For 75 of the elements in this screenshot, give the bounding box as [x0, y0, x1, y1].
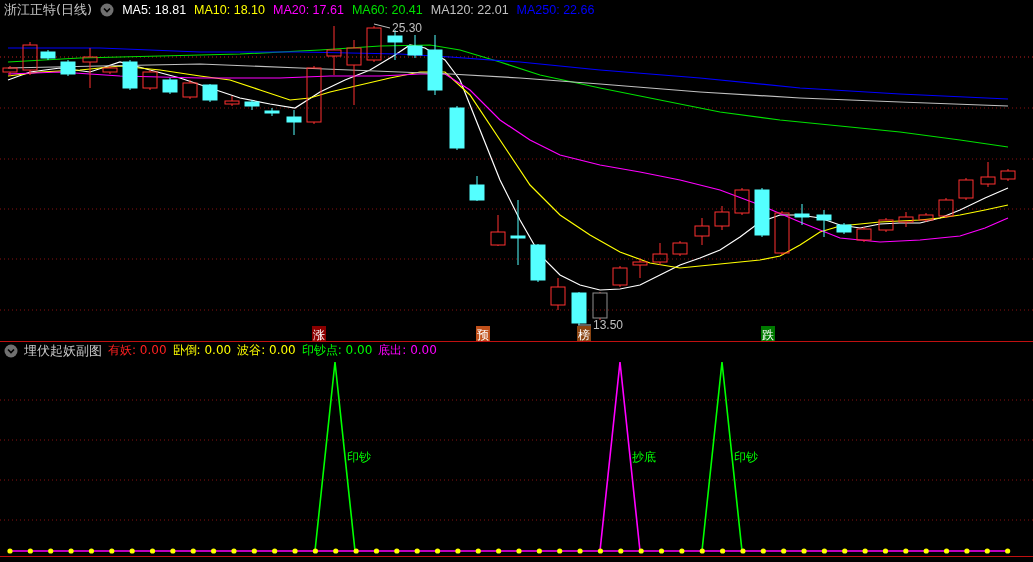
- candlestick: [1000, 168, 1016, 182]
- candlestick: [2, 65, 18, 77]
- candlestick: [60, 59, 76, 77]
- candlestick: [264, 107, 280, 117]
- candlestick: [958, 177, 974, 201]
- candlestick: [592, 291, 608, 321]
- candlestick: [346, 39, 362, 106]
- signal-badge: 榜: [577, 326, 591, 341]
- moving-average-value: MA20: 17.61: [273, 3, 344, 17]
- candlestick: [794, 203, 810, 226]
- candlestick: [836, 222, 852, 235]
- candlestick: [898, 211, 914, 228]
- candlestick: [694, 217, 710, 246]
- candlestick: [816, 209, 832, 238]
- candlestick: [918, 212, 934, 223]
- candlestick: [571, 291, 587, 326]
- indicator-value: 波谷: 0.00: [237, 342, 296, 359]
- candlestick: [122, 59, 138, 91]
- moving-average-value: MA60: 20.41: [351, 3, 423, 17]
- indicator-title: 埋伏起妖副图: [24, 341, 102, 360]
- candlestick: [22, 41, 38, 76]
- candlestick: [980, 161, 996, 188]
- candlestick: [490, 214, 506, 247]
- moving-average-value: MA120: 22.01: [430, 3, 509, 17]
- candlestick: [182, 79, 198, 100]
- signal-badge: 预: [476, 326, 490, 341]
- candlestick: [510, 199, 526, 266]
- price-label: 13.50: [593, 318, 624, 332]
- candlestick: [286, 109, 302, 136]
- moving-average-value: MA10: 18.10: [194, 3, 265, 17]
- candlestick: [754, 187, 770, 238]
- signal-badge: 跌: [761, 326, 775, 341]
- candlestick: [306, 65, 322, 125]
- candlestick: [142, 69, 158, 91]
- signal-label: 印钞: [734, 450, 758, 464]
- candlestick: [427, 34, 443, 96]
- candlestick: [550, 277, 566, 311]
- moving-average-value: MA250: 22.66: [516, 3, 595, 17]
- candlestick: [244, 99, 260, 111]
- candlestick: [162, 77, 178, 95]
- indicator-value: 有妖: 0.00: [108, 342, 167, 359]
- dropdown-chevron-icon[interactable]: [4, 343, 18, 358]
- candlestick: [469, 175, 485, 202]
- candlestick: [774, 210, 790, 256]
- candlestick: [938, 197, 954, 219]
- candlestick: [366, 25, 382, 63]
- candlestick: [449, 105, 465, 151]
- candlestick: [652, 242, 668, 266]
- candlestick: [326, 25, 342, 76]
- candlestick: [407, 34, 423, 59]
- indicator-value: 卧倒: 0.00: [172, 342, 232, 359]
- moving-average-value: MA5: 18.81: [122, 3, 187, 17]
- candlestick: [734, 187, 750, 216]
- candlestick: [102, 65, 118, 75]
- indicator-value: 底出: 0.00: [378, 342, 437, 359]
- candlestick: [202, 83, 218, 103]
- signal-badge: 涨: [312, 326, 326, 341]
- candlestick: [612, 265, 628, 288]
- candlestick: [530, 243, 546, 283]
- candlestick: [82, 47, 98, 89]
- candlestick: [714, 205, 730, 231]
- dropdown-chevron-icon[interactable]: [100, 3, 115, 17]
- candlestick: [40, 49, 56, 61]
- signal-label: 印钞: [347, 450, 371, 464]
- candlestick: [878, 217, 894, 233]
- chart-title: 浙江正特(日线): [4, 1, 93, 19]
- candlestick: [632, 257, 648, 279]
- signal-label: 抄底: [632, 450, 656, 464]
- candlestick: [224, 95, 240, 107]
- price-label: 25.30: [392, 21, 423, 35]
- leader-line: [373, 23, 391, 29]
- candlestick: [672, 240, 688, 257]
- leader-line: [577, 324, 592, 326]
- indicator-value: 印钞点: 0.00: [301, 342, 373, 359]
- candlestick: [856, 226, 872, 243]
